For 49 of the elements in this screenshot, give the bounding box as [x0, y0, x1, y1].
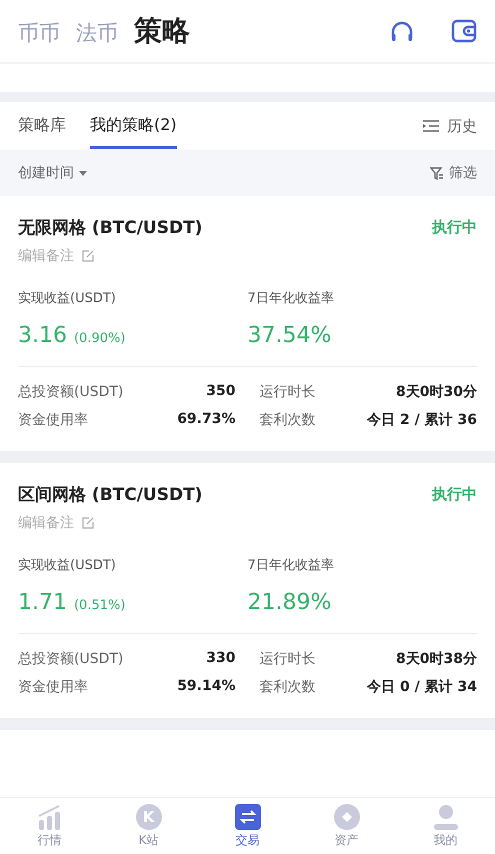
- stat-label: 总投资额(USDT): [18, 650, 124, 668]
- stat-value: 8天0时30分: [396, 383, 477, 401]
- stat-value: 今日 2 / 累计 36: [367, 411, 477, 429]
- profit-value: 3.16 (0.90%): [18, 323, 126, 348]
- stat-value: 350: [206, 383, 236, 401]
- stat-value: 59.14%: [177, 678, 236, 696]
- strategy-name: 无限网格 (BTC/USDT): [18, 217, 202, 239]
- strategy-card[interactable]: 无限网格 (BTC/USDT) 执行中 编辑备注 实现收益(USDT) 3.16 (0.90%) 7日年化收益率 37.54% 总投资额(USDT) 350 运行时长 8天0时30分 资金使用率 69.73% 套利次数 今日 2 / 累计 36: [0, 196, 495, 451]
- metric-label: 7日年化收益率: [248, 557, 335, 574]
- profit-value: 1.71 (0.51%): [18, 590, 126, 615]
- filter-icon: [430, 166, 444, 180]
- metric-label: 实现收益(USDT): [18, 290, 117, 307]
- status-label: 执行中: [432, 218, 477, 237]
- sort-dropdown[interactable]: 创建时间: [18, 164, 87, 182]
- apr-value: 37.54%: [248, 323, 332, 348]
- stat-label: 套利次数: [260, 411, 316, 429]
- strategy-tab[interactable]: 策略库: [18, 103, 66, 149]
- stat-value: 330: [206, 650, 236, 668]
- status-label: 执行中: [432, 485, 477, 504]
- nav-tab[interactable]: 资产: [297, 798, 396, 854]
- stat-label: 资金使用率: [18, 411, 88, 429]
- nav-tab[interactable]: 行情: [0, 798, 99, 854]
- edit-icon: [82, 517, 94, 529]
- stat-label: 套利次数: [260, 678, 316, 696]
- swap-icon: [234, 804, 260, 830]
- header-tab[interactable]: 策略: [134, 12, 190, 50]
- edit-icon: [82, 250, 94, 262]
- nav-tab[interactable]: 交易: [198, 798, 297, 854]
- stat-value: 今日 0 / 累计 34: [367, 678, 477, 696]
- metric-label: 7日年化收益率: [248, 290, 335, 307]
- nav-tab[interactable]: 我的: [396, 798, 495, 854]
- filter-button[interactable]: 筛选: [430, 164, 477, 182]
- history-link[interactable]: 历史: [423, 116, 477, 136]
- stat-value: 69.73%: [177, 411, 236, 429]
- bar-chart-icon: [36, 804, 62, 830]
- apr-value: 21.89%: [248, 590, 332, 615]
- wallet-icon[interactable]: [451, 19, 477, 43]
- strategy-name: 区间网格 (BTC/USDT): [18, 484, 202, 506]
- stat-label: 运行时长: [260, 650, 316, 668]
- coin-icon: [334, 804, 360, 830]
- stat-label: 资金使用率: [18, 678, 88, 696]
- list-icon: [423, 120, 439, 132]
- metric-label: 实现收益(USDT): [18, 557, 117, 574]
- user-icon: [432, 804, 458, 830]
- stat-label: 运行时长: [260, 383, 316, 401]
- stat-value: 8天0时38分: [396, 650, 477, 668]
- headphones-icon[interactable]: [389, 19, 415, 43]
- stat-label: 总投资额(USDT): [18, 383, 124, 401]
- strategy-card[interactable]: 区间网格 (BTC/USDT) 执行中 编辑备注 实现收益(USDT) 1.71 (0.51%) 7日年化收益率 21.89% 总投资额(USDT) 330 运行时长 8天0时38分 资金使用率 59.14% 套利次数 今日 0 / 累计 34: [0, 463, 495, 718]
